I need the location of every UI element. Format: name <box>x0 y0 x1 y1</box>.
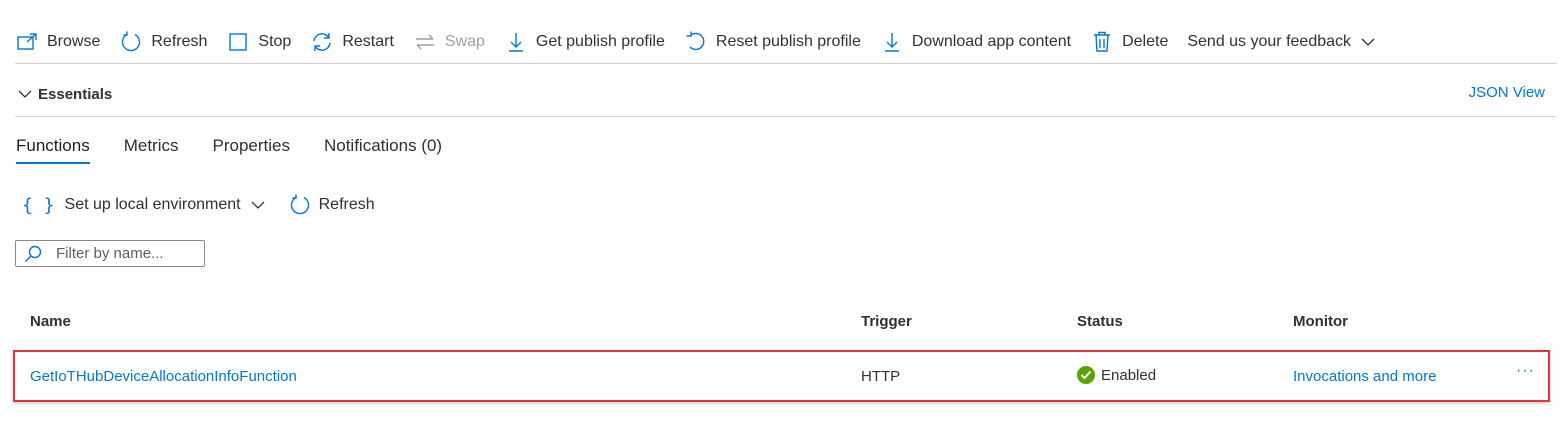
stop-label: Stop <box>258 33 292 50</box>
refresh-icon <box>119 30 143 54</box>
browse-icon <box>15 30 39 54</box>
trigger-cell: HTTP <box>861 368 901 385</box>
essentials-toggle[interactable]: Essentials <box>18 82 112 106</box>
download-icon <box>880 30 904 54</box>
restart-icon <box>310 30 334 54</box>
get-publish-profile-button[interactable]: Get publish profile <box>504 24 665 60</box>
column-header-monitor[interactable]: Monitor <box>1293 313 1348 330</box>
delete-button[interactable]: Delete <box>1090 24 1168 60</box>
setup-local-label: Set up local environment <box>64 196 241 213</box>
swap-label: Swap <box>444 33 485 50</box>
refresh-button[interactable]: Refresh <box>119 24 207 60</box>
toolbar-divider <box>15 63 1557 64</box>
browse-button[interactable]: Browse <box>15 24 100 60</box>
browse-label: Browse <box>47 33 101 50</box>
chevron-down-icon <box>251 200 265 210</box>
functions-refresh-button[interactable]: Refresh <box>289 194 375 216</box>
tab-metrics[interactable]: Metrics <box>124 136 179 164</box>
refresh-icon <box>289 194 311 216</box>
delete-label: Delete <box>1122 33 1169 50</box>
essentials-divider <box>15 116 1557 117</box>
stop-icon <box>226 30 250 54</box>
braces-icon: { } <box>22 194 55 216</box>
refresh-label: Refresh <box>151 33 208 50</box>
filter-input[interactable] <box>56 245 186 262</box>
delete-icon <box>1090 30 1114 54</box>
feedback-button[interactable]: Send us your feedback <box>1187 24 1375 60</box>
functions-refresh-label: Refresh <box>318 196 375 213</box>
swap-icon <box>413 30 437 54</box>
restart-label: Restart <box>342 33 394 50</box>
functions-toolbar: { } Set up local environment Refresh <box>22 194 399 216</box>
invocations-link[interactable]: Invocations and more <box>1293 368 1436 385</box>
status-cell: Enabled <box>1077 366 1156 384</box>
column-header-trigger[interactable]: Trigger <box>861 313 912 330</box>
feedback-label: Send us your feedback <box>1187 33 1352 50</box>
tab-properties[interactable]: Properties <box>212 136 289 164</box>
tab-bar: Functions Metrics Properties Notificatio… <box>16 136 476 164</box>
setup-local-environment-button[interactable]: { } Set up local environment <box>22 195 265 216</box>
reset-icon <box>684 30 708 54</box>
function-name-link[interactable]: GetIoTHubDeviceAllocationInfoFunction <box>30 368 297 385</box>
essentials-label: Essentials <box>38 85 113 103</box>
filter-box <box>15 240 205 267</box>
restart-button[interactable]: Restart <box>310 24 394 60</box>
chevron-down-icon <box>1361 37 1375 47</box>
check-icon <box>1077 366 1095 384</box>
column-header-name[interactable]: Name <box>30 313 71 330</box>
status-text: Enabled <box>1101 366 1157 384</box>
column-header-status[interactable]: Status <box>1077 313 1123 330</box>
swap-button[interactable]: Swap <box>413 24 485 60</box>
reset-publish-profile-label: Reset publish profile <box>715 33 861 50</box>
json-view-link[interactable]: JSON View <box>1469 84 1545 101</box>
download-app-content-label: Download app content <box>911 33 1072 50</box>
stop-button[interactable]: Stop <box>226 24 291 60</box>
command-bar: Browse Refresh Stop Restart Swap Get pub… <box>15 22 1394 62</box>
chevron-down-icon <box>18 90 32 98</box>
reset-publish-profile-button[interactable]: Reset publish profile <box>684 24 861 60</box>
download-app-content-button[interactable]: Download app content <box>880 24 1071 60</box>
get-publish-profile-label: Get publish profile <box>535 33 665 50</box>
search-icon <box>25 245 42 262</box>
download-icon <box>504 30 528 54</box>
tab-functions[interactable]: Functions <box>16 136 90 164</box>
tab-notifications[interactable]: Notifications (0) <box>324 136 442 164</box>
more-options-icon[interactable]: ··· <box>1516 362 1535 380</box>
